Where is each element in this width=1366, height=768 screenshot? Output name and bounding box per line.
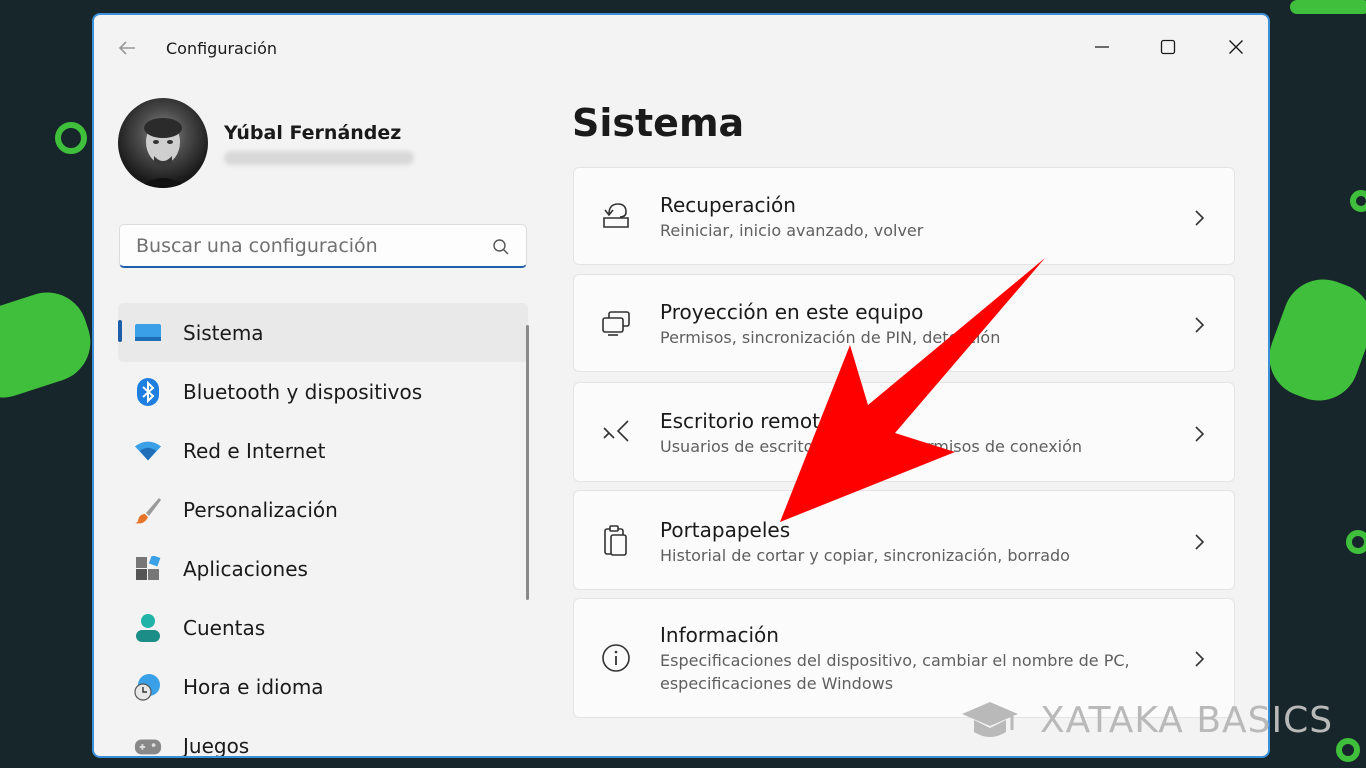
settings-window: Configuración Yúbal Fernández Buscar una… bbox=[92, 13, 1270, 758]
sidebar-item-cuentas[interactable]: Cuentas bbox=[118, 598, 528, 657]
card-description: Especificaciones del dispositivo, cambia… bbox=[660, 651, 1130, 670]
card-title: Portapapeles bbox=[660, 518, 791, 542]
sidebar-item-label: Red e Internet bbox=[183, 438, 326, 463]
profile-email-blurred bbox=[224, 151, 414, 165]
search-box[interactable] bbox=[119, 224, 527, 268]
sidebar-item-label: Bluetooth y dispositivos bbox=[183, 379, 423, 404]
card-title: Recuperación bbox=[660, 193, 796, 217]
card-proyeccion[interactable]: Proyección en este equipo Permisos, sinc… bbox=[573, 274, 1235, 372]
card-title: Proyección en este equipo bbox=[660, 300, 924, 324]
close-icon bbox=[1229, 40, 1243, 54]
sidebar-item-label: Juegos bbox=[183, 733, 250, 758]
profile-name: Yúbal Fernández bbox=[224, 122, 402, 144]
window-title: Configuración bbox=[166, 39, 278, 58]
back-arrow-icon bbox=[118, 41, 135, 55]
sidebar-item-red[interactable]: Red e Internet bbox=[118, 421, 528, 480]
card-portapapeles[interactable]: Portapapeles Historial de cortar y copia… bbox=[573, 490, 1235, 590]
chevron-right-icon bbox=[1195, 317, 1205, 333]
wallpaper-decoration bbox=[1290, 0, 1366, 14]
sidebar-item-juegos[interactable]: Juegos bbox=[118, 716, 528, 758]
wallpaper-decoration bbox=[1350, 190, 1366, 212]
search-icon[interactable] bbox=[492, 238, 510, 256]
gamepad-icon bbox=[134, 732, 162, 757]
recovery-icon bbox=[599, 198, 633, 232]
remote-desktop-icon bbox=[599, 416, 633, 450]
info-icon bbox=[599, 641, 633, 675]
sidebar-item-label: Personalización bbox=[183, 497, 338, 522]
globe-clock-icon bbox=[134, 673, 162, 701]
card-description: Usuarios de escritorio remoto, permisos … bbox=[660, 437, 1083, 456]
sidebar-item-personalizacion[interactable]: Personalización bbox=[118, 480, 528, 539]
avatar-photo bbox=[138, 118, 188, 188]
minimize-icon bbox=[1095, 46, 1109, 48]
wallpaper-decoration bbox=[1346, 530, 1366, 554]
card-recuperacion[interactable]: Recuperación Reiniciar, inicio avanzado,… bbox=[573, 167, 1235, 265]
chevron-right-icon bbox=[1195, 210, 1205, 226]
sidebar-item-label: Aplicaciones bbox=[183, 556, 308, 581]
apps-icon bbox=[134, 555, 162, 583]
wallpaper-decoration bbox=[0, 282, 101, 408]
sidebar-item-label: Cuentas bbox=[183, 615, 266, 640]
minimize-button[interactable] bbox=[1079, 27, 1125, 67]
wallpaper-decoration bbox=[55, 122, 87, 154]
active-indicator bbox=[118, 320, 122, 342]
card-title: Escritorio remoto bbox=[660, 409, 833, 433]
avatar[interactable] bbox=[118, 98, 208, 188]
wallpaper-decoration bbox=[1336, 738, 1360, 762]
graduation-cap-icon bbox=[962, 702, 1018, 737]
sidebar-nav: Sistema Bluetooth y dispositivos Red e I… bbox=[118, 303, 528, 758]
paintbrush-icon bbox=[134, 496, 162, 524]
sidebar-item-sistema[interactable]: Sistema bbox=[118, 303, 528, 362]
bluetooth-icon bbox=[134, 377, 162, 406]
close-button[interactable] bbox=[1213, 27, 1259, 67]
maximize-button[interactable] bbox=[1145, 27, 1191, 67]
chevron-right-icon bbox=[1195, 534, 1205, 550]
page-title: Sistema bbox=[572, 101, 745, 145]
card-description: Permisos, sincronización de PIN, detecci… bbox=[660, 328, 1001, 347]
card-title: Información bbox=[660, 623, 779, 647]
sidebar-item-bluetooth[interactable]: Bluetooth y dispositivos bbox=[118, 362, 528, 421]
sidebar-scrollbar[interactable] bbox=[526, 325, 529, 600]
user-icon bbox=[134, 613, 162, 642]
wifi-icon bbox=[134, 437, 162, 465]
card-description: Reiniciar, inicio avanzado, volver bbox=[660, 221, 924, 240]
projection-icon bbox=[599, 307, 633, 341]
back-button[interactable] bbox=[116, 37, 138, 59]
sidebar-item-label: Hora e idioma bbox=[183, 674, 324, 699]
chevron-right-icon bbox=[1195, 651, 1205, 667]
card-description: especificaciones de Windows bbox=[660, 674, 894, 693]
maximize-icon bbox=[1160, 39, 1176, 55]
search-input[interactable] bbox=[134, 234, 478, 258]
sidebar-item-aplicaciones[interactable]: Aplicaciones bbox=[118, 539, 528, 598]
sidebar-item-hora[interactable]: Hora e idioma bbox=[118, 657, 528, 716]
wallpaper-decoration bbox=[1258, 268, 1366, 412]
chevron-right-icon bbox=[1195, 426, 1205, 442]
monitor-icon bbox=[134, 319, 162, 347]
clipboard-icon bbox=[599, 524, 633, 558]
sidebar-item-label: Sistema bbox=[183, 320, 264, 345]
watermark-text: XATAKA BASICS bbox=[1040, 700, 1334, 741]
watermark: XATAKA BASICS bbox=[960, 700, 1332, 744]
card-escritorio-remoto[interactable]: Escritorio remoto Usuarios de escritorio… bbox=[573, 382, 1235, 482]
card-description: Historial de cortar y copiar, sincroniza… bbox=[660, 546, 1070, 565]
title-bar: Configuración bbox=[94, 15, 1268, 61]
